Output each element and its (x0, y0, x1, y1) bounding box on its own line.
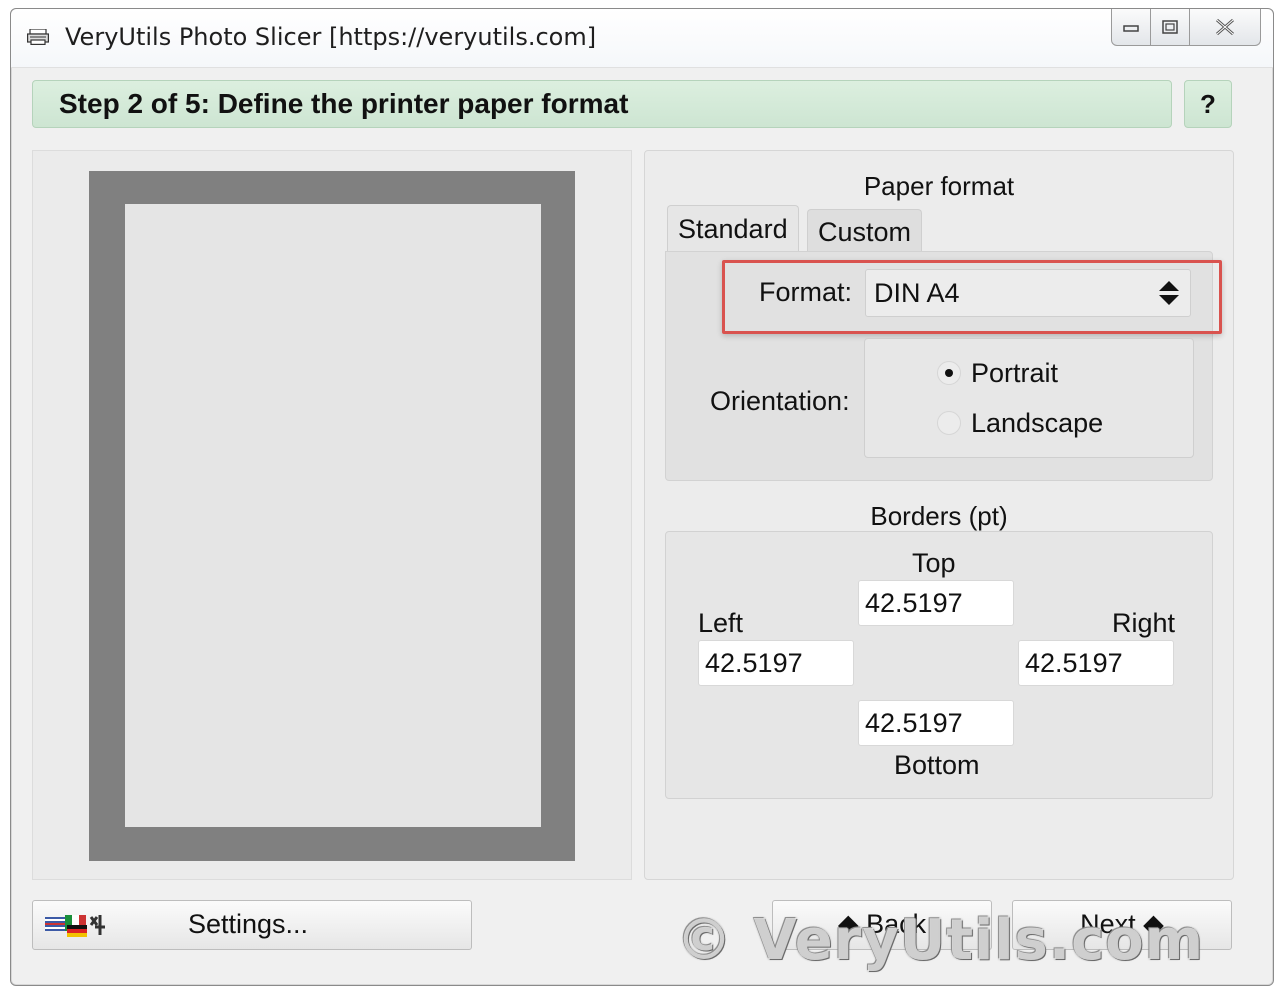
step-title: Step 2 of 5: Define the printer paper fo… (59, 88, 629, 119)
radio-portrait-label: Portrait (971, 357, 1059, 388)
format-label: Format: (759, 277, 853, 307)
tab-standard[interactable]: Standard (667, 205, 799, 252)
printable-area (125, 204, 541, 827)
format-select[interactable]: DIN A4 (865, 269, 1191, 317)
radio-landscape[interactable]: Landscape (937, 405, 1103, 441)
settings-label: Settings... (188, 909, 309, 939)
language-flags-icon (45, 915, 105, 937)
border-top-label: Top (912, 548, 956, 578)
paper-preview-panel (32, 150, 632, 880)
close-icon (1216, 18, 1234, 36)
border-top-input[interactable]: 42.5197 (858, 580, 1014, 626)
settings-button[interactable]: Settings... (32, 900, 472, 950)
radio-portrait-indicator[interactable] (937, 361, 961, 385)
close-button[interactable] (1190, 9, 1260, 45)
border-right-input[interactable]: 42.5197 (1018, 640, 1174, 686)
window-title: VeryUtils Photo Slicer [https://veryutil… (65, 23, 597, 51)
border-left-label: Left (698, 608, 744, 638)
title-bar: VeryUtils Photo Slicer [https://veryutil… (11, 9, 1273, 68)
maximize-icon (1162, 20, 1178, 34)
border-bottom-input[interactable]: 42.5197 (858, 700, 1014, 746)
help-button[interactable]: ? (1184, 80, 1232, 128)
borders-panel: Top 42.5197 Left 42.5197 Right 42.5197 4… (665, 531, 1213, 799)
orientation-group: Portrait Landscape (864, 338, 1194, 458)
settings-panel: Paper format Standard Custom Format: DIN… (644, 150, 1234, 880)
orientation-label: Orientation: (710, 386, 850, 416)
paper-preview (89, 171, 575, 861)
maximize-button[interactable] (1151, 9, 1190, 45)
radio-landscape-indicator[interactable] (937, 411, 961, 435)
radio-portrait[interactable]: Portrait (937, 355, 1058, 391)
updown-arrows-icon (1159, 281, 1179, 305)
radio-landscape-label: Landscape (971, 407, 1104, 438)
borders-title: Borders (pt) (870, 501, 1008, 531)
tab-custom[interactable]: Custom (807, 209, 923, 252)
format-highlight-box: Format: DIN A4 (722, 260, 1222, 334)
printer-icon (27, 29, 49, 45)
step-header: Step 2 of 5: Define the printer paper fo… (32, 80, 1172, 128)
watermark: © VeryUtils.com (676, 908, 1205, 973)
border-left-input[interactable]: 42.5197 (698, 640, 854, 686)
minimize-button[interactable] (1112, 9, 1151, 45)
standard-tab-panel: Format: DIN A4 Orientation: Portrait Lan… (665, 251, 1222, 481)
border-right-label: Right (1112, 608, 1176, 638)
minimize-icon (1123, 25, 1139, 32)
format-value: DIN A4 (874, 278, 960, 308)
border-bottom-label: Bottom (894, 750, 980, 780)
window-controls (1111, 9, 1261, 46)
paper-format-title: Paper format (863, 171, 1015, 201)
